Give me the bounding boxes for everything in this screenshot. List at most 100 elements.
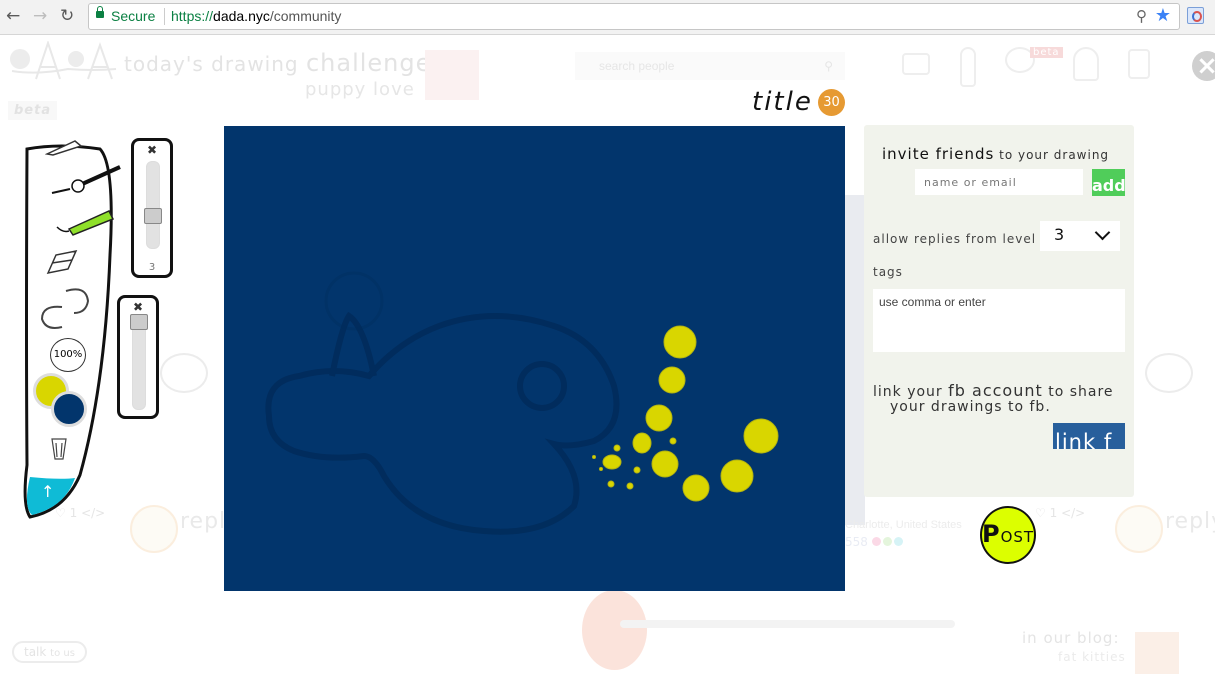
coin-speck xyxy=(599,467,603,471)
drawing-canvas[interactable] xyxy=(224,126,845,591)
coin xyxy=(720,459,754,493)
challenge-word: challenge: xyxy=(305,49,441,77)
color-dots xyxy=(871,535,905,549)
search-icon: ⚲ xyxy=(824,59,833,73)
close-slider-icon[interactable]: ✖ xyxy=(120,300,156,314)
coin-speck xyxy=(613,444,621,452)
back-icon[interactable]: ← xyxy=(6,6,20,26)
invite-subtitle: to your drawing xyxy=(994,148,1110,162)
tags-input[interactable] xyxy=(873,289,1125,352)
post-button[interactable]: POST xyxy=(980,506,1036,564)
title-char-count-badge: 30 xyxy=(818,89,845,116)
divider xyxy=(164,8,165,25)
invite-heading: invite friends to your drawing xyxy=(882,145,1109,163)
coin-speck xyxy=(592,455,596,459)
slider-thumb[interactable] xyxy=(130,314,148,330)
brush-size-value: 3 xyxy=(148,262,156,273)
fb-text-line2: your drawings to fb. xyxy=(890,399,1051,415)
url-path: /community xyxy=(269,8,342,24)
marker-icon xyxy=(56,210,115,236)
brush-size-slider[interactable]: ✖ 3 xyxy=(131,138,173,278)
reply-level-select[interactable]: 3 xyxy=(1040,221,1120,251)
pencil-tool[interactable] xyxy=(44,138,85,156)
talk-suffix: to us xyxy=(50,648,75,659)
close-editor-button[interactable]: × xyxy=(1192,51,1215,81)
tags-label: tags xyxy=(873,265,903,279)
slider-track[interactable] xyxy=(146,161,160,249)
add-invite-button[interactable]: add xyxy=(1092,169,1125,196)
color-dot xyxy=(882,537,892,546)
talk-to-us-button[interactable]: talk to us xyxy=(12,641,87,663)
invite-name-email-input[interactable] xyxy=(915,169,1083,195)
challenge-thumbnail[interactable] xyxy=(425,50,479,100)
paintbrush-icon[interactable] xyxy=(960,47,976,87)
zoom-reset-button[interactable]: 100% xyxy=(50,338,86,372)
brush-tool[interactable] xyxy=(50,165,122,200)
bee-avatar xyxy=(130,505,178,553)
allow-replies-label: allow replies from level xyxy=(873,232,1037,246)
coin-speck xyxy=(633,466,641,474)
reply-brush-icon xyxy=(160,353,208,393)
undo-redo-tool[interactable] xyxy=(38,283,92,331)
beta-tag: beta xyxy=(8,101,58,120)
drawing-title[interactable]: title xyxy=(752,87,813,117)
canvas-drawing xyxy=(265,271,779,535)
reply-link[interactable]: reply xyxy=(1165,509,1215,534)
opacity-slider[interactable]: ✖ xyxy=(117,295,159,419)
gallery-icon[interactable] xyxy=(902,53,930,75)
color-dot xyxy=(893,537,903,546)
blog-label: in our blog: xyxy=(1022,629,1120,647)
coin xyxy=(602,454,622,470)
coin xyxy=(658,366,686,394)
url-text[interactable]: https://dada.nyc/community xyxy=(171,4,341,29)
reply-level-value: 3 xyxy=(1054,225,1065,244)
upload-arrow-icon[interactable]: ↑ xyxy=(41,483,54,501)
address-bar[interactable]: Secure https://dada.nyc/community ⚲ ★ xyxy=(88,3,1180,30)
slider-thumb[interactable] xyxy=(144,207,162,224)
coin-speck xyxy=(607,480,615,488)
link-facebook-button[interactable]: link f xyxy=(1053,423,1125,449)
share-icon[interactable] xyxy=(1128,49,1150,79)
forward-icon[interactable]: → xyxy=(33,6,47,26)
background-thumbnail xyxy=(845,195,865,525)
post-settings-panel: invite friends to your drawing add allow… xyxy=(864,125,1134,497)
color-dot xyxy=(871,537,881,546)
drawing-toolbar: 100% ↑ xyxy=(20,135,125,520)
bell-icon[interactable] xyxy=(1073,47,1099,81)
clear-tool[interactable] xyxy=(50,437,68,461)
new-drawing-button[interactable] xyxy=(582,590,647,670)
coin xyxy=(632,432,652,454)
coin-speck xyxy=(669,437,677,445)
chevron-down-icon xyxy=(1094,224,1111,241)
undo-redo-icon xyxy=(40,288,90,329)
like-count[interactable]: ♡ 1 </> xyxy=(1035,506,1085,520)
reload-icon[interactable]: ↻ xyxy=(60,6,74,26)
fb-text-big: fb account xyxy=(948,381,1043,400)
slider-track[interactable] xyxy=(132,316,146,410)
bookmark-star-icon[interactable]: ★ xyxy=(1155,3,1171,28)
coin xyxy=(682,474,710,502)
challenge-topic[interactable]: puppy love xyxy=(305,79,415,100)
bee-avatar xyxy=(1115,505,1163,553)
location-text: Charlotte, United States xyxy=(845,519,962,531)
brush-icon xyxy=(51,165,121,194)
secure-label: Secure xyxy=(111,8,156,24)
search-placeholder: search people xyxy=(599,59,675,73)
extension-icon[interactable] xyxy=(1187,7,1204,24)
blog-thumbnail[interactable] xyxy=(1135,632,1179,674)
secondary-color-swatch[interactable] xyxy=(51,391,87,427)
search-people-input[interactable]: search people ⚲ xyxy=(575,52,845,80)
blog-topic[interactable]: fat kitties xyxy=(1058,650,1126,664)
close-slider-icon[interactable]: ✖ xyxy=(134,143,170,157)
talk-label: talk xyxy=(24,645,47,659)
url-host: dada.nyc xyxy=(213,8,270,24)
zoom-out-icon[interactable]: ⚲ xyxy=(1136,4,1147,29)
post-label-p: P xyxy=(982,520,1001,548)
coin xyxy=(651,450,679,478)
count-number: 558 xyxy=(845,535,868,549)
marker-tool[interactable] xyxy=(55,207,115,239)
eraser-tool[interactable] xyxy=(46,249,78,275)
scroll-progress-bar xyxy=(620,620,955,628)
eraser-icon xyxy=(46,249,78,275)
invite-title: invite friends xyxy=(882,145,995,163)
